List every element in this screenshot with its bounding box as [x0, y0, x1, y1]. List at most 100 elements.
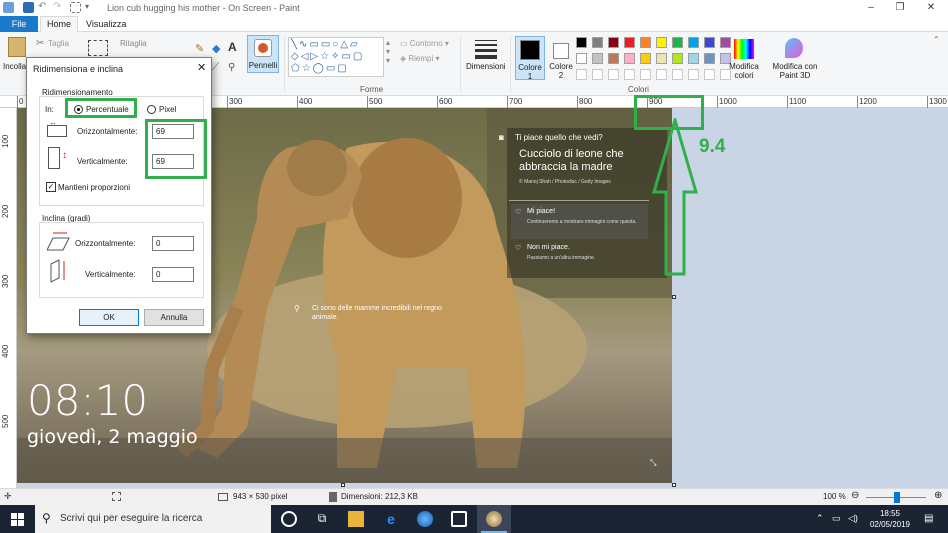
palette-swatch[interactable]	[704, 53, 715, 64]
zoom-out-icon[interactable]: ⊖	[851, 490, 859, 501]
size-label[interactable]: Dimensioni	[466, 62, 506, 71]
paint3d-label[interactable]: Modifica con Paint 3D	[765, 62, 825, 80]
scissors-icon[interactable]: ✂	[36, 38, 44, 49]
dislike-button[interactable]: ♡ Non mi piace. Passiamo a un'altra imma…	[511, 241, 648, 269]
pixel-label[interactable]: Pixel	[159, 105, 176, 114]
browser-icon[interactable]	[417, 511, 433, 527]
cancel-button[interactable]: Annulla	[144, 309, 204, 326]
palette-swatch[interactable]	[656, 53, 667, 64]
palette-swatch[interactable]	[656, 37, 667, 48]
palette-swatch[interactable]	[624, 37, 635, 48]
keep-ratio-label[interactable]: Mantieni proporzioni	[58, 183, 130, 192]
palette-swatch-empty[interactable]	[624, 69, 635, 80]
palette-swatch-empty[interactable]	[608, 69, 619, 80]
outline-dropdown[interactable]: ▭ Contorno ▾	[400, 39, 449, 48]
palette-swatch[interactable]	[592, 37, 603, 48]
like-button[interactable]: ♡ Mi piace! Continueremo a mostrare imma…	[511, 204, 648, 239]
notifications-icon[interactable]: ▤	[924, 513, 933, 524]
save-icon[interactable]	[23, 2, 34, 13]
palette-swatch-empty[interactable]	[704, 69, 715, 80]
edit-colors-icon[interactable]	[734, 39, 754, 59]
tray-chevron-icon[interactable]: ⌃	[816, 513, 824, 524]
camera-app-icon[interactable]	[451, 511, 467, 527]
palette-swatch[interactable]	[672, 37, 683, 48]
palette-swatch[interactable]	[576, 53, 587, 64]
ribbon-collapse-icon[interactable]: ⌃	[933, 35, 940, 44]
palette-swatch[interactable]	[640, 53, 651, 64]
select-icon[interactable]	[70, 2, 81, 13]
redo-icon[interactable]: ↷	[53, 2, 66, 13]
maximize-button[interactable]: ❐	[885, 0, 915, 16]
paint-taskbar-button[interactable]	[477, 505, 511, 533]
palette-swatch[interactable]	[640, 37, 651, 48]
selection-icon[interactable]	[88, 40, 108, 56]
clipboard-icon[interactable]	[8, 37, 26, 57]
dialog-close-icon[interactable]: ✕	[197, 61, 206, 74]
network-icon[interactable]: ▭	[832, 513, 841, 524]
brushes-button[interactable]: Pennelli	[247, 35, 279, 73]
file-explorer-icon[interactable]	[348, 511, 364, 527]
canvas-resize-handle-bottom[interactable]	[341, 483, 345, 487]
keep-ratio-checkbox[interactable]: ✓	[46, 182, 56, 192]
fill-dropdown[interactable]: ◈ Riempi ▾	[400, 54, 440, 63]
canvas-resize-handle-corner[interactable]	[672, 483, 676, 487]
lockscreen-time: 08:10	[27, 376, 149, 425]
taskbar-search-box[interactable]: ⚲ Scrivi qui per eseguire la ricerca	[35, 505, 271, 533]
palette-swatch-empty[interactable]	[592, 69, 603, 80]
palette-swatch-empty[interactable]	[688, 69, 699, 80]
palette-swatch-empty[interactable]	[672, 69, 683, 80]
palette-swatch[interactable]	[704, 37, 715, 48]
pixel-radio[interactable]	[147, 105, 156, 114]
customize-chevron-icon[interactable]: ▾	[85, 2, 96, 13]
color2-button[interactable]: Colore 2	[548, 36, 574, 80]
palette-swatch-empty[interactable]	[576, 69, 587, 80]
cortana-icon[interactable]	[281, 511, 297, 527]
close-window-button[interactable]: ✕	[916, 0, 946, 16]
skew-horizontal-input[interactable]: 0	[152, 236, 194, 251]
fill-icon[interactable]: ◆	[212, 42, 220, 55]
palette-swatch[interactable]	[576, 37, 587, 48]
color1-button[interactable]: Colore 1	[515, 36, 545, 81]
canvas-resize-handle-right[interactable]	[672, 295, 676, 299]
edit-colors-label[interactable]: Modifica colori	[728, 62, 760, 80]
skew-vertical-input[interactable]: 0	[152, 267, 194, 282]
line-width-icon[interactable]	[475, 40, 497, 59]
zoom-slider-thumb[interactable]	[894, 492, 900, 503]
resize-handle-icon[interactable]: ⤡	[650, 458, 656, 468]
ok-button[interactable]: OK	[79, 309, 139, 326]
palette-swatch[interactable]	[672, 53, 683, 64]
magnifier-icon[interactable]: ⚲	[228, 62, 235, 73]
taskbar-clock[interactable]: 18:55 02/05/2019	[864, 508, 916, 530]
tab-view[interactable]: Visualizza	[86, 16, 126, 32]
palette-swatch[interactable]	[592, 53, 603, 64]
volume-icon[interactable]: ◁)	[848, 513, 858, 524]
palette-swatch[interactable]	[720, 37, 731, 48]
text-tool-icon[interactable]: A	[228, 40, 237, 54]
windows-start-icon[interactable]	[11, 513, 24, 526]
task-view-icon[interactable]: ⧉	[314, 511, 330, 527]
minimize-button[interactable]: –	[856, 0, 886, 16]
zoom-in-icon[interactable]: ⊕	[934, 490, 942, 501]
palette-swatch[interactable]	[688, 37, 699, 48]
paint3d-icon[interactable]	[785, 38, 803, 58]
ruler-tick-label: 300	[1, 274, 10, 288]
pencil-icon[interactable]: ✎	[195, 42, 204, 55]
paste-label[interactable]: Incolla	[3, 62, 26, 71]
palette-swatch[interactable]	[624, 53, 635, 64]
palette-swatch[interactable]	[608, 37, 619, 48]
cut-label[interactable]: Taglia	[48, 39, 69, 48]
shapes-scroll-icon[interactable]: ▴ ▾ ▾	[386, 38, 390, 65]
edge-icon[interactable]: e	[383, 511, 399, 527]
palette-swatch[interactable]	[688, 53, 699, 64]
undo-icon[interactable]: ↶	[38, 2, 51, 13]
annotation-label: 9.4	[699, 136, 726, 157]
tab-file[interactable]: File	[0, 16, 38, 32]
skew-vertical-icon	[50, 259, 65, 283]
crop-label[interactable]: Ritaglia	[120, 39, 147, 48]
palette-swatch[interactable]	[608, 53, 619, 64]
shapes-gallery[interactable]: ╲∿▭▭○△▱ ◇◁▷☆✧▭▢ ⬠☆◯▭▢	[288, 37, 384, 77]
palette-swatch-empty[interactable]	[640, 69, 651, 80]
tab-home[interactable]: Home	[40, 16, 78, 33]
color-picker-icon[interactable]: ⟋	[212, 62, 219, 73]
palette-swatch-empty[interactable]	[656, 69, 667, 80]
